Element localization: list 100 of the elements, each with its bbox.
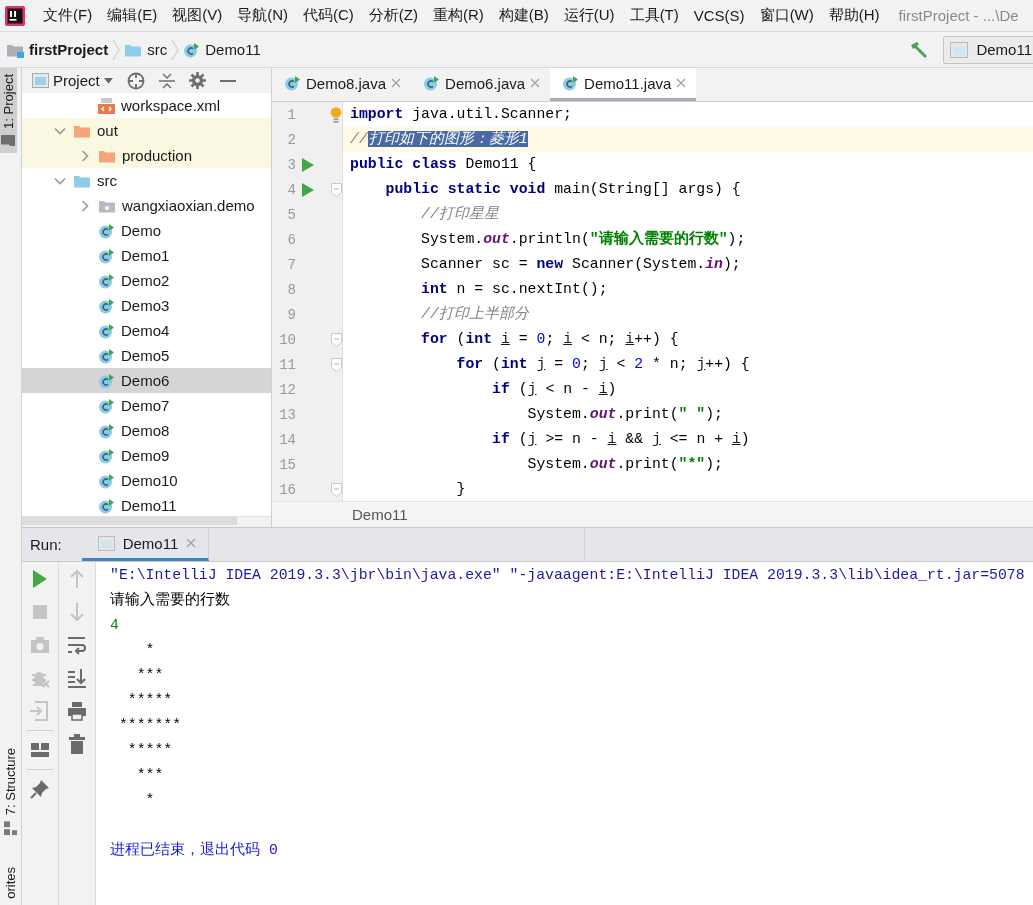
collapse-all-icon[interactable] — [158, 71, 175, 90]
tool-window-tab[interactable]: orites — [2, 861, 19, 905]
editor-tab[interactable]: Demo11.java — [550, 68, 697, 101]
crosshair-icon[interactable] — [126, 71, 145, 90]
tree-item[interactable]: out — [22, 118, 271, 143]
class-icon — [98, 447, 115, 464]
code-line: Scanner sc = new Scanner(System.in); — [420, 255, 742, 274]
tree-item[interactable]: Demo — [22, 218, 271, 243]
breadcrumb-item[interactable]: src — [147, 41, 168, 58]
code-line: public class Demo11 { — [349, 155, 538, 174]
trash-button[interactable] — [66, 733, 88, 755]
tree-item[interactable]: Demo11 — [22, 493, 271, 516]
soft-wrap-button[interactable] — [66, 634, 88, 656]
menu-item[interactable]: 分析(Z) — [362, 6, 424, 25]
line-number: 13 — [278, 406, 296, 423]
console-line: "E:\IntelliJ IDEA 2019.3.3\jbr\bin\java.exe" "-javaagent:E:\IntelliJ IDEA 2019.3.3\lib\idea_rt.jar=5078 — [110, 566, 1026, 585]
run-panel-label: Run: — [30, 536, 62, 553]
line-number: 11 — [278, 356, 296, 373]
tree-item[interactable]: Demo8 — [22, 418, 271, 443]
tree-item[interactable]: workspace.xml — [22, 93, 271, 118]
menu-item[interactable]: 重构(R) — [426, 6, 490, 25]
tree-item[interactable]: Demo9 — [22, 443, 271, 468]
tree-item[interactable]: Demo1 — [22, 243, 271, 268]
console-line: 进程已结束，退出代码 0 — [110, 840, 279, 860]
console-line: * *** ***** ******* ***** *** * — [117, 641, 183, 810]
hammer-icon[interactable] — [909, 40, 930, 59]
class-icon — [98, 347, 115, 364]
code-line: import java.util.Scanner; — [349, 105, 573, 124]
tree-item[interactable]: Demo3 — [22, 293, 271, 318]
class-icon — [98, 497, 115, 514]
menu-item[interactable]: 导航(N) — [231, 6, 294, 25]
chevron-separator-icon — [171, 38, 180, 61]
class-icon — [284, 75, 301, 91]
folder-icon — [1, 134, 16, 147]
run-tab[interactable]: Demo11 — [81, 528, 210, 561]
class-icon — [423, 75, 441, 91]
code-line: for (int i = 0; i < n; i++) { — [420, 330, 680, 349]
chevron-separator-icon — [112, 38, 121, 61]
tree-item[interactable]: Demo4 — [22, 318, 271, 343]
window-title: firstProject - ...\De — [898, 7, 1019, 24]
breadcrumb-item[interactable]: firstProject — [29, 41, 109, 58]
tree-item[interactable]: production — [22, 143, 271, 168]
editor-tab[interactable]: Demo6.java — [411, 68, 551, 101]
menu-item[interactable]: 代码(C) — [297, 6, 360, 25]
menu-item[interactable]: 文件(F) — [37, 6, 99, 25]
menu-item[interactable]: VCS(S) — [687, 7, 751, 24]
menu-item[interactable]: 工具(T) — [623, 6, 685, 25]
fold-marker-icon[interactable] — [331, 182, 342, 197]
line-number: 8 — [286, 281, 296, 298]
close-icon — [530, 78, 541, 88]
code-line: if (j >= n - i && j <= n + i) — [491, 430, 751, 449]
pin-button[interactable] — [29, 778, 51, 800]
line-number: 5 — [286, 206, 296, 223]
menu-item[interactable]: 构建(B) — [492, 6, 555, 25]
line-number: 10 — [278, 331, 296, 348]
run-configuration-selector[interactable]: Demo11 — [943, 35, 1033, 64]
close-icon — [676, 78, 687, 88]
class-icon — [98, 297, 115, 314]
tool-window-tab[interactable]: 1: Project — [0, 68, 17, 153]
fold-marker-icon[interactable] — [331, 332, 342, 347]
tree-item[interactable]: Demo10 — [22, 468, 271, 493]
scrollbar-thumb[interactable] — [22, 517, 237, 525]
code-line: //打印星星 — [420, 205, 500, 224]
scroll-to-end-button[interactable] — [66, 667, 88, 689]
class-icon — [98, 397, 115, 414]
tree-item[interactable]: Demo6 — [22, 368, 271, 393]
code-line: int n = sc.nextInt(); — [420, 280, 609, 299]
line-number: 9 — [286, 306, 296, 323]
line-number: 6 — [286, 231, 296, 248]
menu-item[interactable]: 视图(V) — [166, 6, 229, 25]
run-gutter-icon[interactable] — [302, 182, 314, 197]
menu-item[interactable]: 编辑(E) — [101, 6, 164, 25]
menu-item[interactable]: 帮助(H) — [822, 6, 886, 25]
run-gutter-icon[interactable] — [302, 157, 314, 172]
fold-marker-icon[interactable] — [331, 482, 342, 497]
menu-item[interactable]: 运行(U) — [557, 6, 621, 25]
code-line: } — [455, 480, 467, 499]
tree-item[interactable]: src — [22, 168, 271, 193]
app-logo-icon[interactable] — [5, 5, 25, 26]
class-icon — [98, 272, 115, 289]
tree-item[interactable]: Demo2 — [22, 268, 271, 293]
light-bulb-icon[interactable] — [330, 106, 342, 123]
tree-item[interactable]: wangxiaoxian.demo — [22, 193, 271, 218]
menu-item[interactable]: 窗口(W) — [753, 6, 820, 25]
tree-item[interactable]: Demo7 — [22, 393, 271, 418]
dropdown-caret-icon — [103, 77, 113, 84]
breadcrumb-item[interactable]: Demo11 — [205, 41, 261, 58]
settings-icon[interactable] — [188, 72, 206, 89]
tool-window-tab[interactable]: 7: Structure — [2, 742, 19, 842]
line-number: 4 — [286, 181, 296, 198]
breadcrumb-item[interactable]: Demo11 — [352, 506, 408, 523]
tree-item[interactable]: Demo5 — [22, 343, 271, 368]
editor-tab[interactable]: Demo8.java — [272, 68, 412, 101]
fold-marker-icon[interactable] — [331, 357, 342, 372]
class-icon — [98, 422, 115, 439]
printer-button[interactable] — [66, 700, 88, 722]
structure-icon — [3, 821, 18, 836]
line-number: 7 — [286, 256, 296, 273]
window-icon — [32, 73, 49, 88]
close-icon — [186, 538, 197, 548]
